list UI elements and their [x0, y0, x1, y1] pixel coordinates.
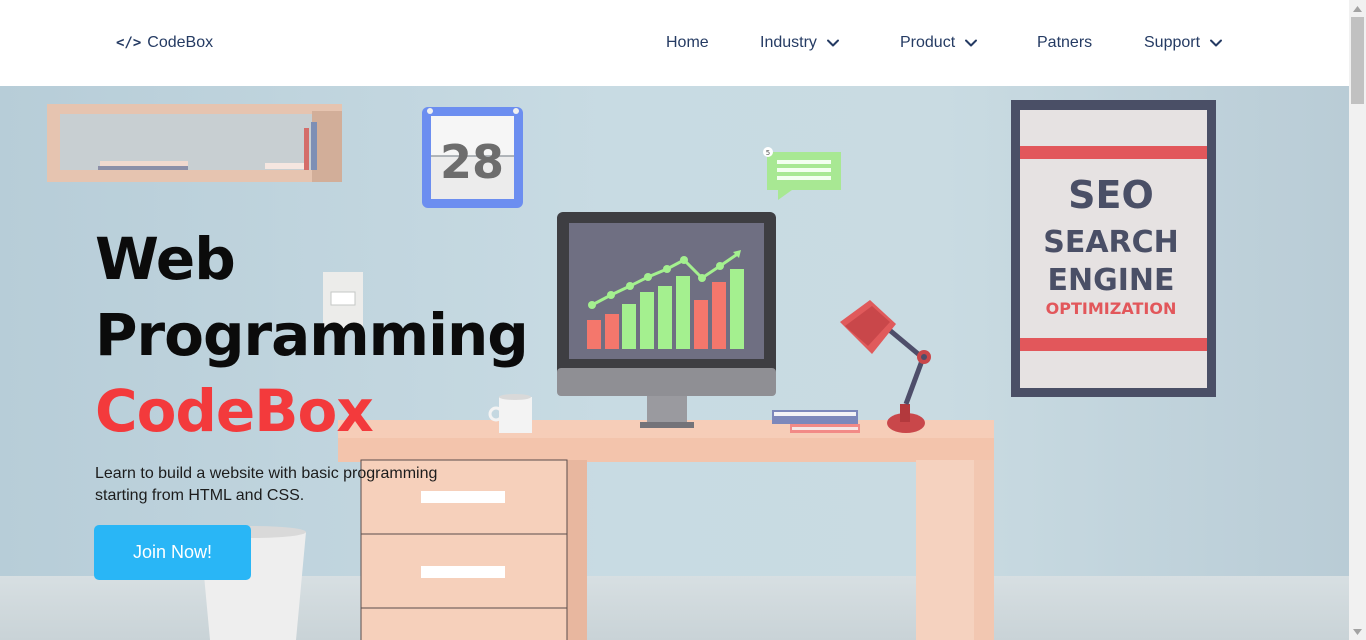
top-navbar: </> CodeBox Home Industry Product Patner…	[0, 0, 1349, 86]
hero-title-accent: CodeBox	[95, 377, 374, 445]
vertical-scrollbar[interactable]	[1349, 0, 1366, 640]
chevron-down-icon	[1210, 39, 1223, 47]
nav-industry-dropdown[interactable]: Industry	[760, 31, 841, 55]
nav-patners-label: Patners	[1037, 34, 1093, 51]
chat-bubble-icon: 5	[763, 147, 841, 200]
hero-title-line-2: Programming	[95, 301, 529, 369]
nav-home-label: Home	[666, 34, 709, 51]
code-icon: </>	[116, 35, 142, 51]
nav-patners[interactable]: Patners	[1037, 31, 1092, 55]
nav-support-label: Support	[1144, 34, 1201, 51]
poster-line-1: SEO	[1068, 173, 1154, 217]
hero-description: Learn to build a website with basic prog…	[95, 465, 438, 504]
poster-line-3: ENGINE	[1048, 263, 1175, 298]
chevron-down-icon	[965, 39, 978, 47]
calendar: 28	[422, 107, 523, 208]
scrollbar-thumb[interactable]	[1351, 17, 1364, 104]
scroll-up-arrow-icon[interactable]	[1349, 0, 1366, 17]
hero-title-line-1: Web	[95, 225, 236, 293]
nav-support-dropdown[interactable]: Support	[1144, 31, 1224, 55]
hero-title: Web Programming CodeBox	[95, 221, 529, 449]
calendar-day-text: 28	[440, 135, 504, 189]
chevron-down-icon	[826, 39, 839, 47]
poster-line-4: OPTIMIZATION	[1046, 299, 1177, 318]
scroll-down-arrow-icon[interactable]	[1349, 623, 1366, 640]
nav-home[interactable]: Home	[666, 31, 709, 55]
nav-industry-label: Industry	[760, 34, 817, 51]
chat-badge-text: 5	[766, 149, 770, 157]
brand-name: CodeBox	[147, 34, 214, 51]
desk	[338, 420, 994, 640]
monitor	[557, 212, 776, 428]
brand-logo-link[interactable]: </> CodeBox	[116, 33, 213, 53]
join-now-button[interactable]: Join Now!	[94, 525, 251, 580]
poster-line-2: SEARCH	[1043, 225, 1179, 260]
nav-product-dropdown[interactable]: Product	[900, 31, 979, 55]
hero-section: 28 5 SEO SEARCH ENGINE OPTIMIZATION Web …	[0, 86, 1349, 640]
wall-shelf	[47, 104, 342, 182]
seo-poster: SEO SEARCH ENGINE OPTIMIZATION	[1011, 100, 1216, 397]
nav-product-label: Product	[900, 34, 956, 51]
